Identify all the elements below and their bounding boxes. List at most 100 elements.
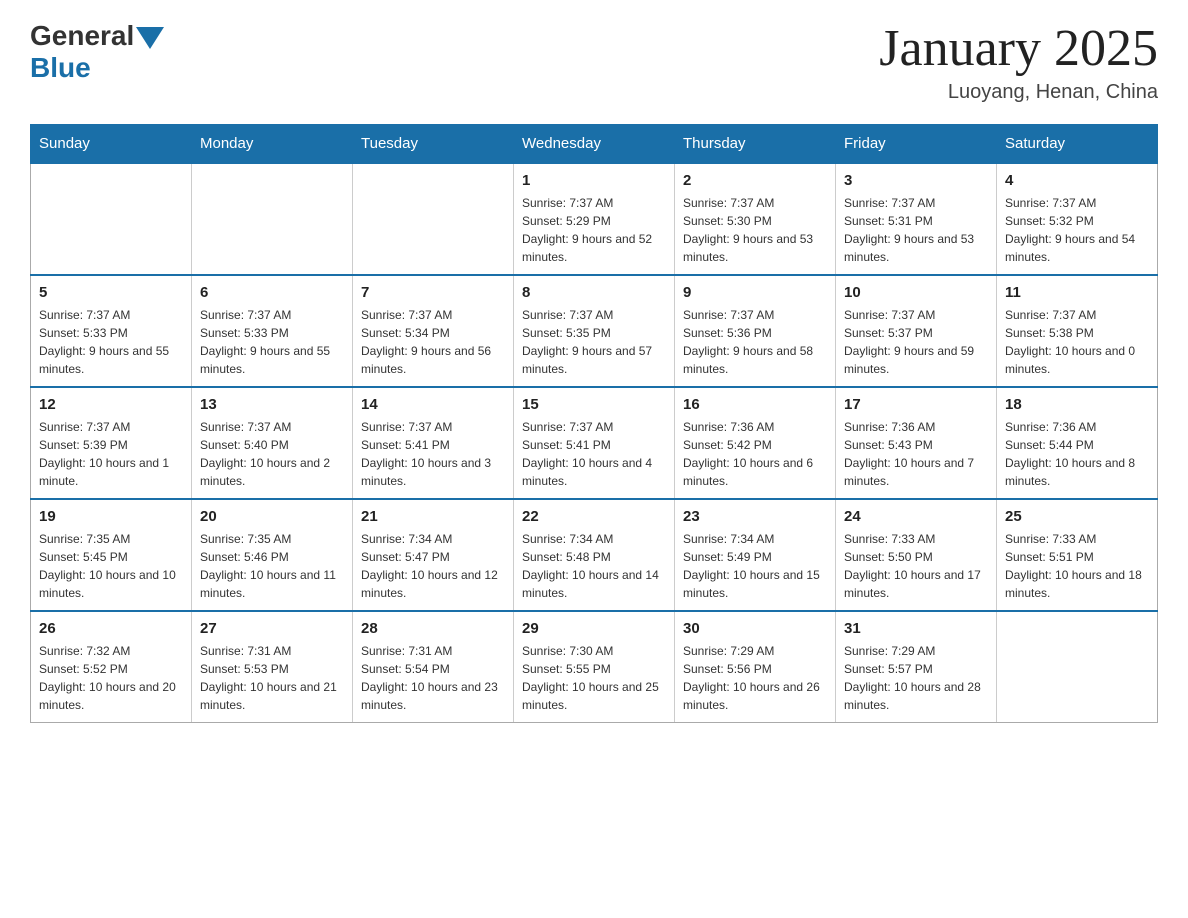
table-row: 22 Sunrise: 7:34 AM Sunset: 5:48 PM Dayli… xyxy=(514,499,675,611)
day-info: Sunrise: 7:37 AM Sunset: 5:32 PM Dayligh… xyxy=(1005,194,1149,266)
table-row: 25 Sunrise: 7:33 AM Sunset: 5:51 PM Dayli… xyxy=(997,499,1158,611)
table-row: 16Sunrise: 7:36 AM Sunset: 5:42 PM Dayli… xyxy=(675,387,836,499)
day-number: 21 xyxy=(361,506,505,527)
day-info: Sunrise: 7:34 AM Sunset: 5:49 PM Dayligh… xyxy=(683,530,827,602)
calendar-week-row: 12 Sunrise: 7:37 AM Sunset: 5:39 PM Dayli… xyxy=(31,387,1158,499)
day-info: Sunrise: 7:37 AM Sunset: 5:37 PM Dayligh… xyxy=(844,306,988,378)
day-number: 23 xyxy=(683,506,827,527)
day-number: 26 xyxy=(39,618,183,639)
calendar-week-row: 26 Sunrise: 7:32 AM Sunset: 5:52 PM Dayli… xyxy=(31,611,1158,723)
table-row: 29 Sunrise: 7:30 AM Sunset: 5:55 PM Dayli… xyxy=(514,611,675,723)
day-number: 24 xyxy=(844,506,988,527)
calendar-table: Sunday Monday Tuesday Wednesday Thursday… xyxy=(30,124,1158,723)
table-row: 31 Sunrise: 7:29 AM Sunset: 5:57 PM Dayli… xyxy=(836,611,997,723)
day-number: 12 xyxy=(39,394,183,415)
table-row: 30Sunrise: 7:29 AM Sunset: 5:56 PM Dayli… xyxy=(675,611,836,723)
day-info: Sunrise: 7:36 AM Sunset: 5:43 PM Dayligh… xyxy=(844,418,988,490)
day-info: Sunrise: 7:37 AM Sunset: 5:33 PM Dayligh… xyxy=(39,306,183,378)
calendar-week-row: 19 Sunrise: 7:35 AM Sunset: 5:45 PM Dayli… xyxy=(31,499,1158,611)
calendar-week-row: 5 Sunrise: 7:37 AM Sunset: 5:33 PM Daylig… xyxy=(31,275,1158,387)
table-row: 8 Sunrise: 7:37 AM Sunset: 5:35 PM Daylig… xyxy=(514,275,675,387)
day-number: 19 xyxy=(39,506,183,527)
table-row: 13 Sunrise: 7:37 AM Sunset: 5:40 PM Dayli… xyxy=(192,387,353,499)
day-info: Sunrise: 7:37 AM Sunset: 5:40 PM Dayligh… xyxy=(200,418,344,490)
table-row: 18 Sunrise: 7:36 AM Sunset: 5:44 PM Dayli… xyxy=(997,387,1158,499)
table-row: 14Sunrise: 7:37 AM Sunset: 5:41 PM Dayli… xyxy=(353,387,514,499)
table-row: 19 Sunrise: 7:35 AM Sunset: 5:45 PM Dayli… xyxy=(31,499,192,611)
table-row: 23 Sunrise: 7:34 AM Sunset: 5:49 PM Dayli… xyxy=(675,499,836,611)
day-info: Sunrise: 7:36 AM Sunset: 5:44 PM Dayligh… xyxy=(1005,418,1149,490)
day-number: 25 xyxy=(1005,506,1149,527)
day-info: Sunrise: 7:33 AM Sunset: 5:50 PM Dayligh… xyxy=(844,530,988,602)
page-header: General Blue January 2025 Luoyang, Henan… xyxy=(30,20,1158,104)
table-row: 28 Sunrise: 7:31 AM Sunset: 5:54 PM Dayli… xyxy=(353,611,514,723)
day-number: 18 xyxy=(1005,394,1149,415)
table-row: 6 Sunrise: 7:37 AM Sunset: 5:33 PM Daylig… xyxy=(192,275,353,387)
table-row: 5 Sunrise: 7:37 AM Sunset: 5:33 PM Daylig… xyxy=(31,275,192,387)
day-number: 8 xyxy=(522,282,666,303)
logo: General Blue xyxy=(30,20,164,84)
day-number: 17 xyxy=(844,394,988,415)
day-info: Sunrise: 7:30 AM Sunset: 5:55 PM Dayligh… xyxy=(522,642,666,714)
day-number: 9 xyxy=(683,282,827,303)
day-number: 30 xyxy=(683,618,827,639)
logo-general-text: General xyxy=(30,20,134,52)
table-row xyxy=(31,163,192,275)
logo-arrow-icon xyxy=(136,27,164,49)
day-info: Sunrise: 7:37 AM Sunset: 5:34 PM Dayligh… xyxy=(361,306,505,378)
day-info: Sunrise: 7:33 AM Sunset: 5:51 PM Dayligh… xyxy=(1005,530,1149,602)
day-number: 31 xyxy=(844,618,988,639)
day-info: Sunrise: 7:37 AM Sunset: 5:31 PM Dayligh… xyxy=(844,194,988,266)
table-row: 15 Sunrise: 7:37 AM Sunset: 5:41 PM Dayli… xyxy=(514,387,675,499)
day-number: 28 xyxy=(361,618,505,639)
day-info: Sunrise: 7:37 AM Sunset: 5:41 PM Dayligh… xyxy=(522,418,666,490)
day-number: 5 xyxy=(39,282,183,303)
location-label: Luoyang, Henan, China xyxy=(879,81,1158,104)
day-info: Sunrise: 7:37 AM Sunset: 5:33 PM Dayligh… xyxy=(200,306,344,378)
day-number: 6 xyxy=(200,282,344,303)
table-row: 21Sunrise: 7:34 AM Sunset: 5:47 PM Dayli… xyxy=(353,499,514,611)
table-row: 20 Sunrise: 7:35 AM Sunset: 5:46 PM Dayli… xyxy=(192,499,353,611)
day-number: 15 xyxy=(522,394,666,415)
table-row: 4 Sunrise: 7:37 AM Sunset: 5:32 PM Daylig… xyxy=(997,163,1158,275)
day-number: 10 xyxy=(844,282,988,303)
calendar-week-row: 1 Sunrise: 7:37 AM Sunset: 5:29 PM Daylig… xyxy=(31,163,1158,275)
table-row: 3 Sunrise: 7:37 AM Sunset: 5:31 PM Daylig… xyxy=(836,163,997,275)
table-row: 17 Sunrise: 7:36 AM Sunset: 5:43 PM Dayli… xyxy=(836,387,997,499)
col-header-friday: Friday xyxy=(836,125,997,164)
table-row: 7Sunrise: 7:37 AM Sunset: 5:34 PM Daylig… xyxy=(353,275,514,387)
day-info: Sunrise: 7:37 AM Sunset: 5:29 PM Dayligh… xyxy=(522,194,666,266)
day-number: 22 xyxy=(522,506,666,527)
day-info: Sunrise: 7:37 AM Sunset: 5:30 PM Dayligh… xyxy=(683,194,827,266)
table-row: 26 Sunrise: 7:32 AM Sunset: 5:52 PM Dayli… xyxy=(31,611,192,723)
day-number: 4 xyxy=(1005,170,1149,191)
month-title: January 2025 xyxy=(879,20,1158,77)
day-info: Sunrise: 7:37 AM Sunset: 5:41 PM Dayligh… xyxy=(361,418,505,490)
day-number: 20 xyxy=(200,506,344,527)
table-row: 2 Sunrise: 7:37 AM Sunset: 5:30 PM Daylig… xyxy=(675,163,836,275)
col-header-sunday: Sunday xyxy=(31,125,192,164)
day-info: Sunrise: 7:35 AM Sunset: 5:46 PM Dayligh… xyxy=(200,530,344,602)
day-info: Sunrise: 7:35 AM Sunset: 5:45 PM Dayligh… xyxy=(39,530,183,602)
col-header-monday: Monday xyxy=(192,125,353,164)
day-info: Sunrise: 7:36 AM Sunset: 5:42 PM Dayligh… xyxy=(683,418,827,490)
day-number: 29 xyxy=(522,618,666,639)
day-info: Sunrise: 7:37 AM Sunset: 5:35 PM Dayligh… xyxy=(522,306,666,378)
day-info: Sunrise: 7:37 AM Sunset: 5:39 PM Dayligh… xyxy=(39,418,183,490)
day-number: 11 xyxy=(1005,282,1149,303)
day-number: 1 xyxy=(522,170,666,191)
day-number: 3 xyxy=(844,170,988,191)
day-number: 2 xyxy=(683,170,827,191)
title-section: January 2025 Luoyang, Henan, China xyxy=(879,20,1158,104)
day-info: Sunrise: 7:31 AM Sunset: 5:53 PM Dayligh… xyxy=(200,642,344,714)
day-number: 13 xyxy=(200,394,344,415)
day-info: Sunrise: 7:29 AM Sunset: 5:57 PM Dayligh… xyxy=(844,642,988,714)
table-row: 24 Sunrise: 7:33 AM Sunset: 5:50 PM Dayli… xyxy=(836,499,997,611)
table-row xyxy=(997,611,1158,723)
day-info: Sunrise: 7:32 AM Sunset: 5:52 PM Dayligh… xyxy=(39,642,183,714)
day-info: Sunrise: 7:34 AM Sunset: 5:48 PM Dayligh… xyxy=(522,530,666,602)
table-row: 27Sunrise: 7:31 AM Sunset: 5:53 PM Dayli… xyxy=(192,611,353,723)
day-info: Sunrise: 7:37 AM Sunset: 5:36 PM Dayligh… xyxy=(683,306,827,378)
col-header-wednesday: Wednesday xyxy=(514,125,675,164)
day-info: Sunrise: 7:31 AM Sunset: 5:54 PM Dayligh… xyxy=(361,642,505,714)
